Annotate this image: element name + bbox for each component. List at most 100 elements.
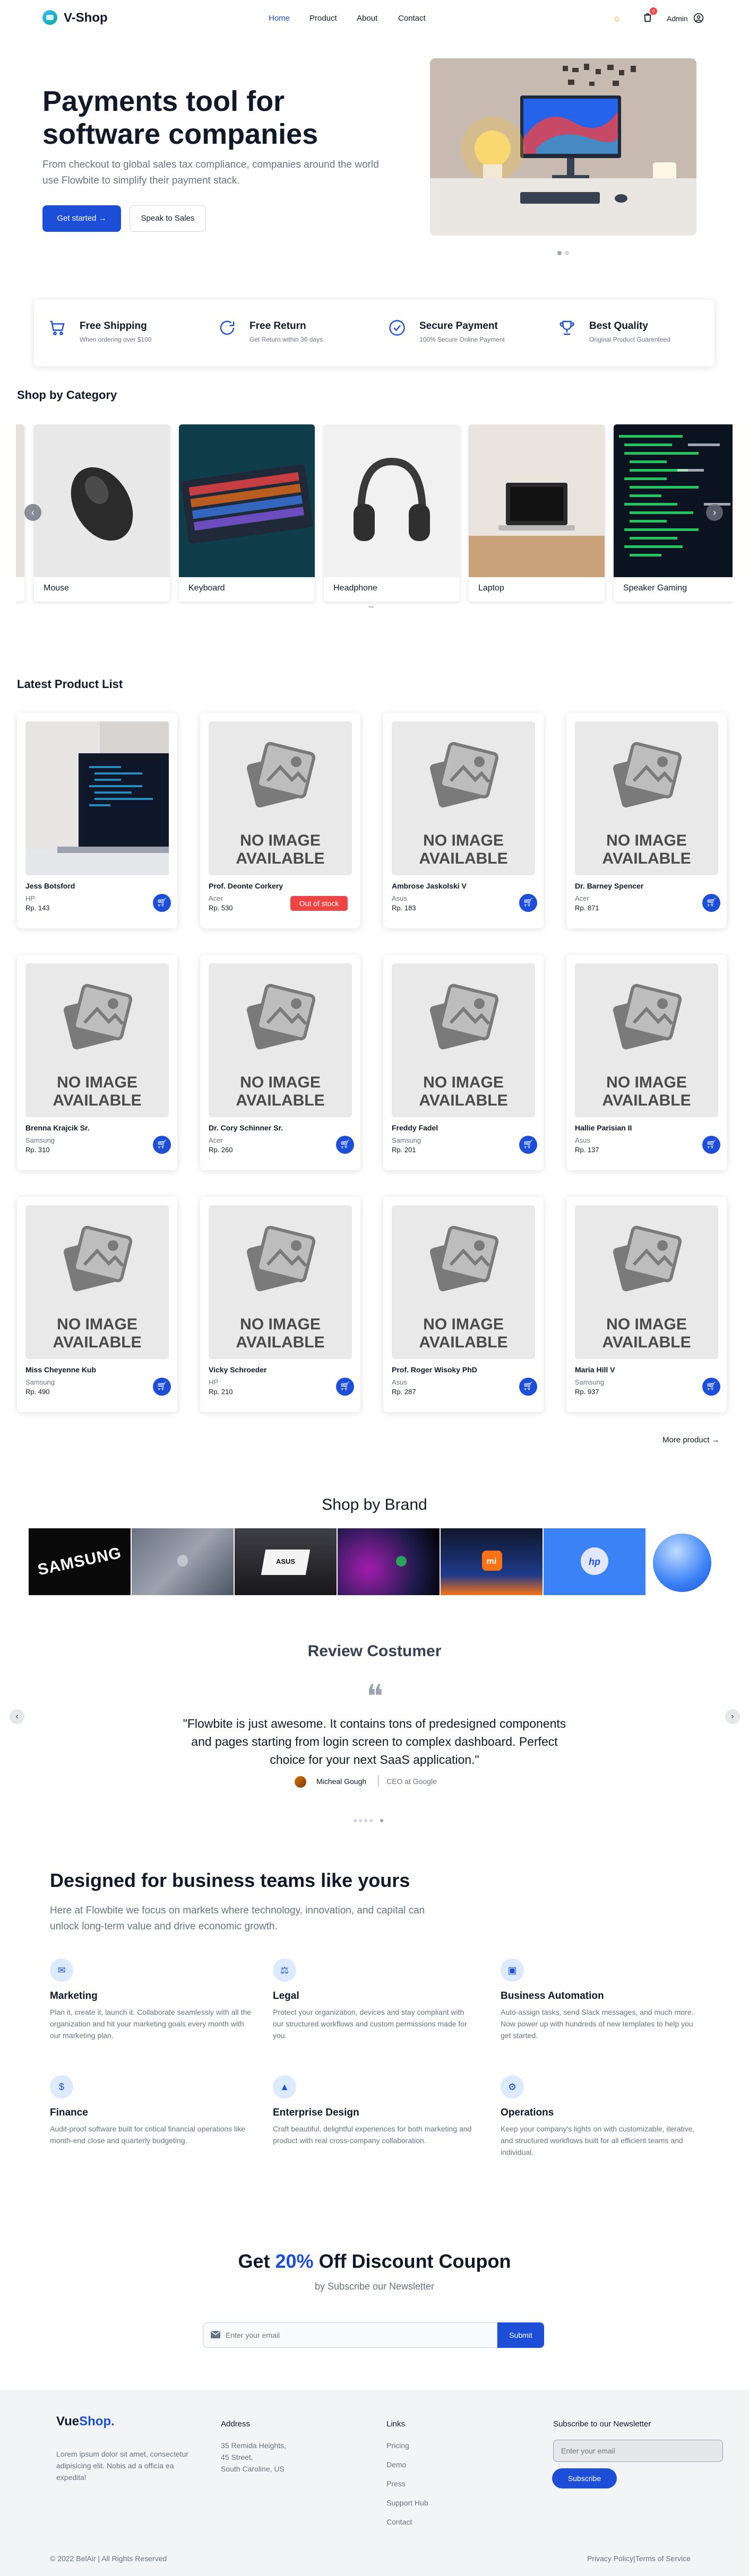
product-name[interactable]: Prof. Roger Wisoky PhD	[392, 1365, 477, 1374]
product-image[interactable]: NO IMAGE AVAILABLE	[209, 963, 352, 1117]
product-card[interactable]: NO IMAGE AVAILABLE Miss Cheyenne Kub Samsu…	[17, 1197, 177, 1412]
footer-newsletter-field[interactable]	[553, 2440, 723, 2462]
footer-links-title: Links	[386, 2420, 406, 2429]
category-next-arrow-icon[interactable]: ›	[706, 504, 723, 521]
coupon-submit-button[interactable]: Submit	[497, 2322, 544, 2348]
brand-logo-icon[interactable]	[42, 10, 57, 25]
product-card[interactable]: Jess Botsford HP Rp. 143 🛒︎	[17, 713, 177, 928]
theme-toggle-sun-icon[interactable]: ☼	[610, 12, 623, 24]
nav-about[interactable]: About	[357, 14, 377, 23]
product-image[interactable]: NO IMAGE AVAILABLE	[392, 963, 535, 1117]
carousel-dot[interactable]	[565, 251, 569, 255]
product-name[interactable]: Dr. Cory Schinner Sr.	[209, 1124, 283, 1132]
product-image[interactable]: NO IMAGE AVAILABLE	[25, 1205, 169, 1359]
brand-tile-asus[interactable]: ASUS	[235, 1528, 337, 1595]
product-card[interactable]: NO IMAGE AVAILABLE Hallie Parisian II Asus…	[566, 955, 727, 1170]
admin-label[interactable]: Admin	[667, 14, 688, 23]
nav-product[interactable]: Product	[309, 14, 337, 23]
footer-link-pricing[interactable]: Pricing	[386, 2440, 409, 2451]
category-card-headphone[interactable]: Headphone	[324, 424, 460, 602]
review-next-arrow-icon[interactable]: ›	[725, 1709, 740, 1724]
footer-link-contact[interactable]: Contact	[386, 2516, 412, 2528]
product-image[interactable]	[25, 721, 169, 875]
add-to-cart-icon[interactable]: 🛒︎	[153, 1136, 171, 1154]
review-carousel-dots[interactable]	[354, 1815, 386, 1825]
product-name[interactable]: Vicky Schroeder	[209, 1365, 266, 1374]
product-card[interactable]: NO IMAGE AVAILABLE Prof. Roger Wisoky PhD…	[383, 1197, 544, 1412]
footer-subscribe-button[interactable]: Subscribe	[552, 2468, 617, 2488]
product-name[interactable]: Ambrose Jaskolski V	[392, 882, 467, 890]
product-card[interactable]: NO IMAGE AVAILABLE Dr. Barney Spencer Acer…	[566, 713, 727, 928]
coupon-email-field[interactable]	[203, 2322, 497, 2348]
get-started-button[interactable]: Get started →	[42, 205, 121, 232]
coupon-email-input[interactable]	[226, 2323, 491, 2347]
footer-link-demo[interactable]: Demo	[386, 2459, 406, 2470]
product-image[interactable]: NO IMAGE AVAILABLE	[575, 721, 718, 875]
brand-tile-samsung[interactable]: SAMSUNG	[29, 1528, 131, 1595]
product-name[interactable]: Freddy Fadel	[392, 1124, 438, 1132]
category-card-keyboard[interactable]: Keyboard	[179, 424, 315, 602]
carousel-dot[interactable]	[354, 1819, 357, 1822]
product-name[interactable]: Prof. Deonte Corkery	[209, 882, 283, 890]
carousel-dot[interactable]	[380, 1819, 383, 1822]
add-to-cart-icon[interactable]: 🛒︎	[519, 1378, 537, 1396]
category-card-partial[interactable]	[16, 424, 24, 602]
product-image[interactable]: NO IMAGE AVAILABLE	[392, 1205, 535, 1359]
carousel-dot[interactable]	[369, 1819, 373, 1822]
product-image[interactable]: NO IMAGE AVAILABLE	[575, 963, 718, 1117]
footer-link-press[interactable]: Press	[386, 2478, 406, 2490]
category-prev-arrow-icon[interactable]: ‹	[24, 504, 41, 521]
product-card[interactable]: NO IMAGE AVAILABLE Vicky Schroeder HP Rp. 2…	[200, 1197, 360, 1412]
product-image[interactable]: NO IMAGE AVAILABLE	[392, 721, 535, 875]
product-image[interactable]: NO IMAGE AVAILABLE	[209, 721, 352, 875]
footer-brand[interactable]: VueShop.	[56, 2414, 115, 2429]
get-started-label: Get started	[57, 214, 97, 223]
nav-home[interactable]: Home	[269, 14, 290, 23]
speak-to-sales-button[interactable]: Speak to Sales	[130, 205, 206, 232]
product-image[interactable]: NO IMAGE AVAILABLE	[575, 1205, 718, 1359]
carousel-dot[interactable]	[359, 1819, 362, 1822]
add-to-cart-icon[interactable]: 🛒︎	[702, 1378, 720, 1396]
product-card[interactable]: NO IMAGE AVAILABLE Maria Hill V Samsung Rp.…	[566, 1197, 727, 1412]
product-name[interactable]: Hallie Parisian II	[575, 1124, 632, 1132]
product-image[interactable]: NO IMAGE AVAILABLE	[209, 1205, 352, 1359]
product-name[interactable]: Jess Botsford	[25, 882, 75, 890]
brand-tile-partial[interactable]	[647, 1528, 721, 1595]
product-name[interactable]: Dr. Barney Spencer	[575, 882, 643, 890]
add-to-cart-icon[interactable]: 🛒︎	[336, 1136, 354, 1154]
brand-name[interactable]: V-Shop	[64, 11, 108, 25]
add-to-cart-icon[interactable]: 🛒︎	[153, 1378, 171, 1396]
carousel-dot[interactable]	[557, 251, 562, 255]
product-card[interactable]: NO IMAGE AVAILABLE Ambrose Jaskolski V Asu…	[383, 713, 544, 928]
category-card-laptop[interactable]: Laptop	[469, 424, 605, 602]
user-circle-icon[interactable]	[693, 13, 704, 23]
product-name[interactable]: Miss Cheyenne Kub	[25, 1365, 96, 1374]
nav-contact[interactable]: Contact	[398, 14, 426, 23]
product-name[interactable]: Brenna Krajcik Sr.	[25, 1124, 90, 1132]
brand-tile-apple[interactable]	[132, 1528, 234, 1595]
product-card[interactable]: NO IMAGE AVAILABLE Brenna Krajcik Sr. Sams…	[17, 955, 177, 1170]
product-image[interactable]: NO IMAGE AVAILABLE	[25, 963, 169, 1117]
brand-tile-xiaomi[interactable]: mi	[441, 1528, 543, 1595]
footer-link-support[interactable]: Support Hub	[386, 2497, 428, 2509]
add-to-cart-icon[interactable]: 🛒︎	[702, 1136, 720, 1154]
product-card[interactable]: NO IMAGE AVAILABLE Freddy Fadel Samsung Rp.…	[383, 955, 544, 1170]
add-to-cart-icon[interactable]: 🛒︎	[702, 894, 720, 912]
brand-tile-razer[interactable]	[338, 1528, 440, 1595]
review-prev-arrow-icon[interactable]: ‹	[10, 1709, 24, 1724]
category-card-mouse[interactable]: Mouse	[34, 424, 170, 602]
footer-legal-links[interactable]: Privacy Policy|Terms of Service	[587, 2554, 691, 2563]
add-to-cart-icon[interactable]: 🛒︎	[519, 1136, 537, 1154]
add-to-cart-icon[interactable]: 🛒︎	[153, 894, 171, 912]
product-card[interactable]: NO IMAGE AVAILABLE Prof. Deonte Corkery Ac…	[200, 713, 360, 928]
hero-carousel-dots[interactable]	[557, 248, 572, 258]
carousel-dot[interactable]	[364, 1819, 367, 1822]
more-product-link[interactable]: More product →	[662, 1435, 720, 1444]
footer-newsletter-input[interactable]	[561, 2440, 715, 2461]
brand-tile-hp[interactable]: hp	[544, 1528, 645, 1595]
category-scroll-indicator[interactable]	[368, 606, 374, 608]
product-card[interactable]: NO IMAGE AVAILABLE Dr. Cory Schinner Sr. A…	[200, 955, 360, 1170]
add-to-cart-icon[interactable]: 🛒︎	[336, 1378, 354, 1396]
add-to-cart-icon[interactable]: 🛒︎	[519, 894, 537, 912]
product-name[interactable]: Maria Hill V	[575, 1365, 615, 1374]
